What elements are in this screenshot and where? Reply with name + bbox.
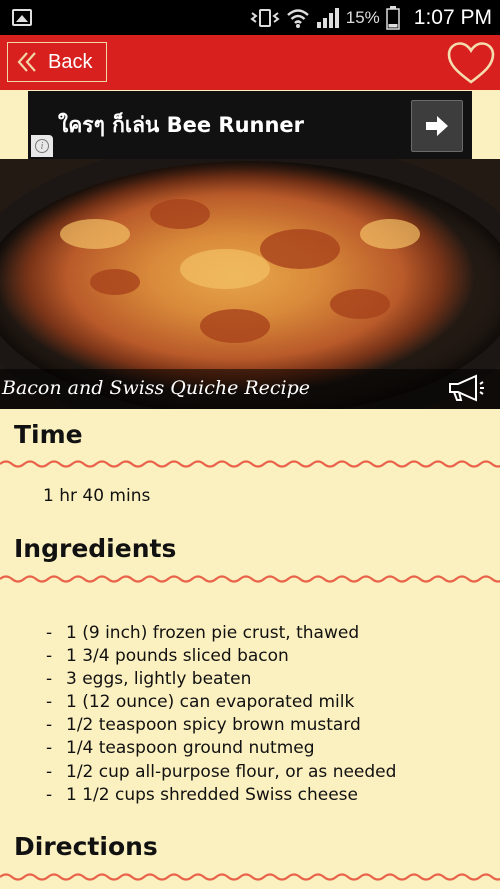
list-item: -1/4 teaspoon ground nutmeg [46,738,315,759]
battery-icon [386,5,400,30]
app-header: Back [0,35,500,90]
arrow-right-icon [426,116,448,136]
time-value: 1 hr 40 mins [43,486,151,506]
divider [0,575,500,583]
list-item: -3 eggs, lightly beaten [46,669,252,690]
heart-icon[interactable] [446,41,496,85]
ad-banner[interactable]: ใครๆ ก็เล่น Bee Runner i [28,91,472,159]
back-button[interactable]: Back [7,42,107,82]
megaphone-icon[interactable] [446,373,486,403]
list-item: -1 (12 ounce) can evaporated milk [46,692,355,713]
recipe-image: Bacon and Swiss Quiche Recipe [0,159,500,409]
ingredients-list: -1 (9 inch) frozen pie crust, thawed -1 … [46,622,396,807]
list-item: -1 1/2 cups shredded Swiss cheese [46,784,358,805]
list-item: -1/2 cup all-purpose flour, or as needed [46,761,397,782]
image-caption-bar: Bacon and Swiss Quiche Recipe [0,369,500,409]
divider [0,460,500,468]
vibrate-icon [250,8,280,27]
status-indicators: 15% 1:07 PM [250,0,492,35]
time-heading: Time [14,420,83,449]
clock: 1:07 PM [413,5,492,29]
list-item: -1 3/4 pounds sliced bacon [46,646,289,667]
ingredients-heading: Ingredients [14,534,177,563]
status-bar: 15% 1:07 PM [0,0,500,35]
ad-text: ใครๆ ก็เล่น Bee Runner [58,113,305,137]
double-chevron-left-icon [16,50,38,74]
battery-percent: 15% [345,7,380,27]
wifi-icon [286,8,309,28]
recipe-title: Bacon and Swiss Quiche Recipe [2,377,311,399]
image-icon [12,9,32,26]
back-label: Back [48,50,93,73]
directions-heading: Directions [14,832,158,861]
ad-arrow-button[interactable] [411,100,463,152]
list-item: -1 (9 inch) frozen pie crust, thawed [46,623,360,643]
signal-icon [316,7,339,28]
list-item: -1/2 teaspoon spicy brown mustard [46,715,361,736]
divider [0,873,500,881]
info-icon[interactable]: i [31,135,53,157]
